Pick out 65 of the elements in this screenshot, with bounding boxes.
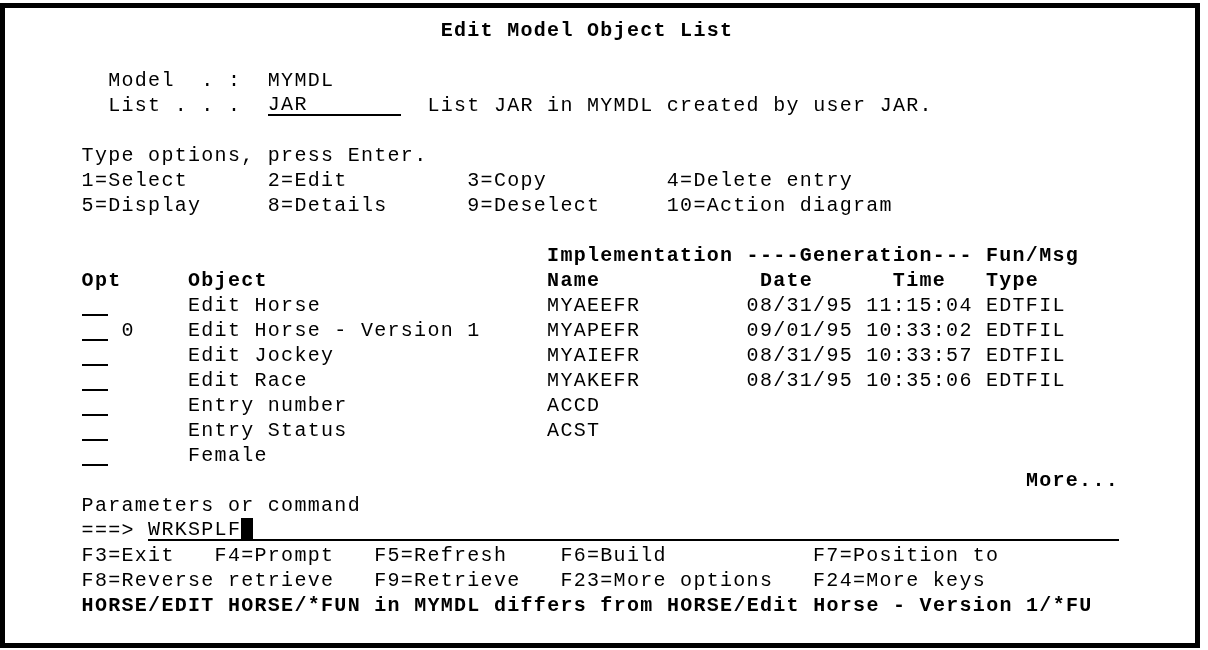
- list-field[interactable]: JAR: [267, 93, 401, 116]
- function-key-hint: F6=Build: [560, 543, 667, 568]
- screen-title: Edit Model Object List: [440, 18, 734, 43]
- table-cell: ACST: [547, 418, 601, 443]
- column-heading: Time: [892, 268, 947, 293]
- function-key-hint: F23=More options: [560, 568, 774, 593]
- table-cell: Edit Jockey: [188, 343, 335, 368]
- table-cell: MYAKEFR: [547, 368, 641, 393]
- table-cell: MYAPEFR: [547, 318, 641, 343]
- table-cell: 10:33:57: [866, 343, 973, 368]
- column-heading: Opt: [81, 268, 122, 293]
- column-heading: Object: [188, 268, 268, 293]
- option-legend: 8=Details: [267, 193, 388, 218]
- table-cell: 08/31/95: [746, 368, 853, 393]
- option-legend: 9=Deselect: [467, 193, 601, 218]
- function-key-hint: F9=Retrieve: [374, 568, 521, 593]
- option-legend: 4=Delete entry: [666, 168, 853, 193]
- table-cell: 09/01/95: [746, 318, 853, 343]
- column-heading: Fun/Msg: [985, 243, 1080, 268]
- option-legend: 10=Action diagram: [666, 193, 893, 218]
- command-field[interactable]: WRKSPLF: [148, 518, 1119, 541]
- field-label: Model . :: [108, 69, 242, 92]
- column-heading: Date: [759, 268, 814, 293]
- column-heading: Type: [985, 268, 1040, 293]
- function-key-hint: F3=Exit: [81, 543, 175, 568]
- table-cell: 10:33:02: [866, 318, 973, 343]
- table-cell: MYAIEFR: [547, 343, 641, 368]
- table-cell: 10:35:06: [866, 368, 973, 393]
- more-indicator: More...: [1025, 469, 1119, 492]
- table-cell: 08/31/95: [746, 343, 853, 368]
- function-key-hint: F8=Reverse retrieve: [81, 568, 335, 593]
- function-key-hint: F5=Refresh: [374, 543, 508, 568]
- table-cell: EDTFIL: [985, 318, 1066, 343]
- column-heading: Implementation: [547, 243, 734, 268]
- message-line: HORSE/EDIT HORSE/*FUN in MYMDL differs from HORSE/Edit Horse - Version 1/*FU: [81, 594, 1093, 617]
- field-description: List JAR in MYMDL created by user JAR.: [427, 93, 933, 118]
- table-cell: Edit Race: [188, 368, 308, 393]
- table-cell: Entry Status: [188, 418, 348, 443]
- column-heading: Name: [547, 268, 601, 293]
- table-cell: MYAEEFR: [547, 293, 641, 318]
- command-label: Parameters or command: [81, 494, 361, 517]
- table-cell: Edit Horse: [188, 293, 321, 318]
- column-heading: ----Generation---: [746, 243, 973, 268]
- table-cell: EDTFIL: [985, 293, 1066, 318]
- block-cursor-icon: [241, 518, 254, 539]
- option-legend: 5=Display: [81, 193, 202, 218]
- option-legend: 2=Edit: [267, 168, 348, 193]
- table-cell: Edit Horse - Version 1: [188, 318, 481, 343]
- table-cell: ACCD: [547, 393, 601, 418]
- table-cell: EDTFIL: [985, 368, 1066, 393]
- table-cell: Female: [188, 443, 268, 468]
- table-cell: EDTFIL: [985, 343, 1066, 368]
- function-key-hint: F4=Prompt: [214, 543, 335, 568]
- instruction-text: Type options, press Enter.: [81, 144, 428, 167]
- field-label: List . . .: [108, 94, 242, 117]
- function-key-hint: F24=More keys: [813, 568, 986, 593]
- option-legend: 3=Copy: [467, 168, 548, 193]
- row-indicator: 0: [121, 318, 135, 343]
- table-cell: 08/31/95: [746, 293, 853, 318]
- table-cell: 11:15:04: [866, 293, 973, 318]
- command-prompt: ===>: [81, 519, 135, 542]
- option-legend: 1=Select: [81, 168, 188, 193]
- function-key-hint: F7=Position to: [813, 543, 1000, 568]
- field-value: MYMDL: [267, 68, 335, 93]
- table-cell: Entry number: [188, 393, 348, 418]
